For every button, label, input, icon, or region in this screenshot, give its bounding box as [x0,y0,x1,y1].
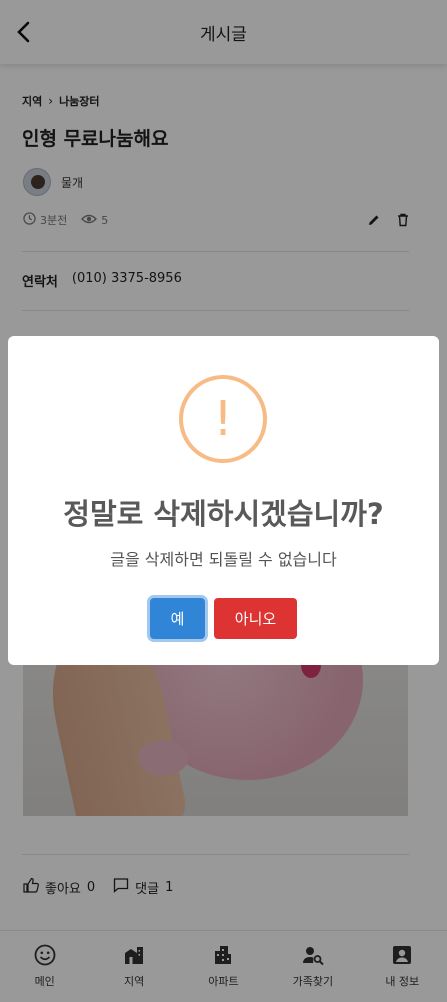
warning-icon: ! [179,375,267,463]
delete-confirm-dialog: ! 정말로 삭제하시겠습니까? 글을 삭제하면 되돌릴 수 없습니다 예 아니오 [8,336,439,665]
dialog-actions: 예 아니오 [8,598,439,639]
dialog-message: 글을 삭제하면 되돌릴 수 없습니다 [110,550,337,569]
dialog-title: 정말로 삭제하시겠습니까? [63,497,384,531]
cancel-button[interactable]: 아니오 [214,598,297,639]
confirm-button[interactable]: 예 [150,598,205,639]
